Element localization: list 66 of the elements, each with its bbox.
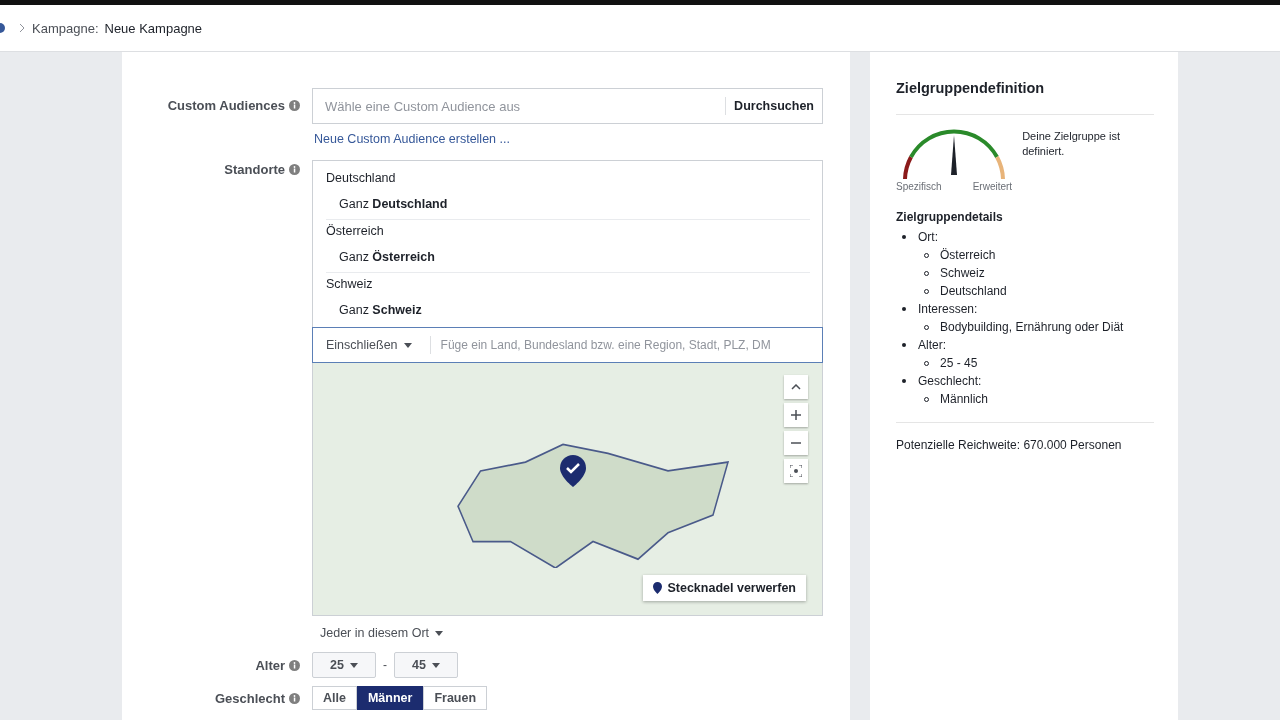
location-scope: Ganz Deutschland (338, 196, 449, 211)
audience-status-text: Deine Zielgruppe ist definiert. (1022, 129, 1121, 159)
min-age-select[interactable]: 25 (312, 652, 376, 678)
logo-icon[interactable] (0, 23, 6, 33)
minus-icon (791, 442, 801, 444)
location-scope: Ganz Schweiz (338, 302, 423, 317)
recenter-icon (790, 465, 802, 477)
range-separator: - (383, 658, 387, 672)
recenter-button[interactable] (784, 459, 808, 483)
gauge-label: Erweitert (972, 181, 1013, 192)
chevron-up-icon (791, 384, 801, 390)
detail-value: Deutschland (940, 284, 1007, 298)
breadcrumb-item[interactable]: Neue Kampagne (104, 20, 203, 36)
include-dropdown[interactable]: Einschließen (313, 338, 422, 352)
gauge-label: Spezifisch (896, 181, 942, 192)
pin-icon (653, 582, 663, 594)
field-label: Geschlecht (214, 691, 285, 706)
info-icon[interactable] (289, 693, 300, 704)
location-scope: Ganz Österreich (338, 249, 436, 264)
detail-value: Bodybuilding, Ernährung oder Diät (940, 320, 1124, 334)
gender-option[interactable]: Alle (312, 686, 357, 710)
chevron-icon (18, 23, 26, 33)
map-placeholder[interactable]: Stecknadel verwerfen (312, 363, 823, 616)
custom-audience-field[interactable]: Wähle eine Custom Audience aus Durchsuchen (312, 88, 823, 124)
detail-label: Geschlecht: (918, 374, 982, 388)
country-name: Deutschland (326, 170, 397, 187)
info-icon[interactable] (289, 164, 300, 175)
bullet-icon (902, 307, 906, 311)
bullet-icon (902, 379, 906, 383)
country-name: Österreich (326, 223, 385, 240)
gender-option[interactable]: Männer (356, 686, 424, 710)
caret-icon (435, 630, 444, 636)
details-title: Zielgruppendetails (896, 210, 1004, 224)
detail-label: Alter: (918, 338, 946, 352)
plus-icon (791, 410, 801, 420)
detail-label: Ort: (918, 230, 938, 244)
info-icon[interactable] (289, 660, 300, 671)
create-audience-link[interactable]: Neue Custom Audience erstellen ... (314, 132, 823, 146)
drop-pin-button[interactable]: Stecknadel verwerfen (643, 575, 806, 601)
zoom-out-button[interactable] (784, 431, 808, 455)
location-search-field[interactable]: Einschließen Füge ein Land, Bundesland bzw. eine Region, Stadt, PLZ, DM (312, 327, 823, 363)
detail-value: 25 - 45 (940, 356, 978, 370)
detail-value: Österreich (940, 248, 996, 262)
caret-icon (349, 662, 358, 668)
field-label: Alter (255, 658, 285, 673)
breadcrumb-label: Kampagne: (32, 20, 99, 36)
bullet-icon (902, 235, 906, 239)
detail-label: Interessen: (918, 302, 978, 316)
country-name: Schweiz (326, 276, 374, 293)
collapse-map-button[interactable] (784, 375, 808, 399)
zoom-in-button[interactable] (784, 403, 808, 427)
gender-option[interactable]: Frauen (423, 686, 488, 710)
field-label: Standorte (224, 162, 285, 177)
panel-title: Zielgruppendefinition (896, 80, 1154, 115)
max-age-select[interactable]: 45 (394, 652, 458, 678)
bullet-icon (902, 343, 906, 347)
caret-icon (431, 662, 440, 668)
audience-dropdown[interactable]: Jeder in diesem Ort (320, 626, 444, 640)
map-pin-icon[interactable] (560, 455, 586, 487)
detail-value: Männlich (940, 392, 989, 406)
detail-value: Schweiz (940, 266, 985, 280)
field-label: Custom Audiences (167, 98, 285, 113)
potential-reach-text: Potenzielle Reichweite: 670.000 Personen (896, 422, 1154, 454)
browse-button[interactable]: Durchsuchen (734, 99, 814, 113)
info-icon[interactable] (289, 100, 300, 111)
caret-icon (403, 342, 412, 348)
